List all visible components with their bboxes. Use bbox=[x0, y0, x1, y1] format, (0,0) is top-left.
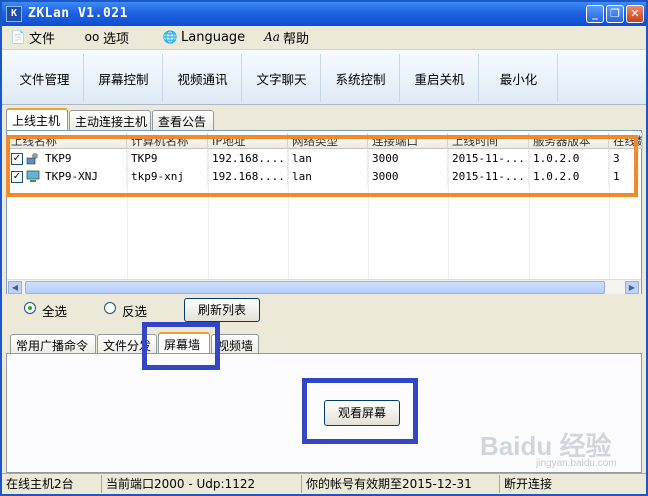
status-bar: 在线主机2台 当前端口2000 - Udp:1122 你的帐号有效期至2015-… bbox=[2, 473, 646, 494]
menu-options[interactable]: oo 选项 bbox=[84, 28, 130, 47]
menu-language-label: Language bbox=[181, 29, 246, 45]
file-manager-button[interactable]: 文件管理 bbox=[6, 54, 84, 102]
scroll-thumb[interactable] bbox=[25, 281, 605, 294]
system-control-button[interactable]: 系统控制 bbox=[322, 54, 400, 102]
text-chat-button[interactable]: 文字聊天 bbox=[243, 54, 321, 102]
status-online-count: 在线主机2台 bbox=[4, 475, 102, 493]
minimize-app-button[interactable]: 最小化 bbox=[480, 54, 558, 102]
file-icon: 📄 bbox=[10, 30, 26, 44]
orange-highlight-box bbox=[6, 135, 638, 197]
app-window: K ZKLan V1.021 _ ❐ ✕ 📄 文件 oo 选项 🌐 Langua… bbox=[0, 0, 648, 496]
scroll-right-icon[interactable]: ▶ bbox=[625, 281, 639, 294]
refresh-list-button[interactable]: 刷新列表 bbox=[184, 298, 260, 322]
tab-broadcast-commands[interactable]: 常用广播命令 bbox=[10, 334, 96, 354]
menu-bar: 📄 文件 oo 选项 🌐 Language Aa 帮助 bbox=[2, 26, 646, 48]
status-account-expiry: 你的帐号有效期至2015-12-31 bbox=[304, 475, 500, 493]
minimize-button[interactable]: _ bbox=[586, 5, 604, 23]
blue-highlight-button-box bbox=[302, 378, 418, 444]
menu-file-label: 文件 bbox=[29, 31, 56, 47]
video-chat-button[interactable]: 视频通讯 bbox=[164, 54, 242, 102]
menu-file[interactable]: 📄 文件 bbox=[10, 28, 56, 47]
invert-selection-radio[interactable] bbox=[104, 302, 116, 314]
watermark-text: Baidu 经验 bbox=[480, 431, 612, 461]
tab-active-connect[interactable]: 主动连接主机 bbox=[69, 110, 151, 130]
menu-help[interactable]: Aa 帮助 bbox=[264, 28, 310, 47]
restore-button[interactable]: ❐ bbox=[606, 5, 624, 23]
horizontal-scrollbar[interactable]: ◀ ▶ bbox=[7, 279, 641, 294]
menu-options-label: 选项 bbox=[103, 31, 130, 47]
baidu-watermark: Baidu 经验 jingyan.baidu.com bbox=[480, 426, 640, 470]
glasses-icon: oo bbox=[84, 30, 100, 44]
restart-shutdown-button[interactable]: 重启关机 bbox=[401, 54, 479, 102]
status-disconnect[interactable]: 断开连接 bbox=[502, 475, 642, 493]
toolbar: 文件管理 屏幕控制 视频通讯 文字聊天 系统控制 重启关机 最小化 bbox=[2, 49, 646, 105]
blue-highlight-tab-box bbox=[142, 322, 220, 370]
menu-language[interactable]: 🌐 Language bbox=[162, 28, 246, 46]
select-all-label[interactable]: 全选 bbox=[42, 301, 67, 320]
status-port: 当前端口2000 - Udp:1122 bbox=[104, 475, 302, 493]
help-icon: Aa bbox=[264, 30, 280, 44]
invert-selection-label[interactable]: 反选 bbox=[122, 301, 147, 320]
menu-help-label: 帮助 bbox=[283, 31, 310, 47]
close-button[interactable]: ✕ bbox=[626, 5, 644, 23]
app-logo-icon: K bbox=[6, 6, 22, 22]
select-all-radio[interactable] bbox=[24, 302, 36, 314]
language-icon: 🌐 bbox=[162, 30, 178, 44]
screen-control-button[interactable]: 屏幕控制 bbox=[85, 54, 163, 102]
window-title: ZKLan V1.021 bbox=[28, 6, 128, 21]
scroll-left-icon[interactable]: ◀ bbox=[8, 281, 22, 294]
title-bar[interactable]: K ZKLan V1.021 _ ❐ ✕ bbox=[2, 2, 646, 26]
watermark-url: jingyan.baidu.com bbox=[536, 458, 617, 469]
tab-announcements[interactable]: 查看公告 bbox=[152, 110, 214, 130]
tab-online-hosts[interactable]: 上线主机 bbox=[6, 108, 68, 130]
